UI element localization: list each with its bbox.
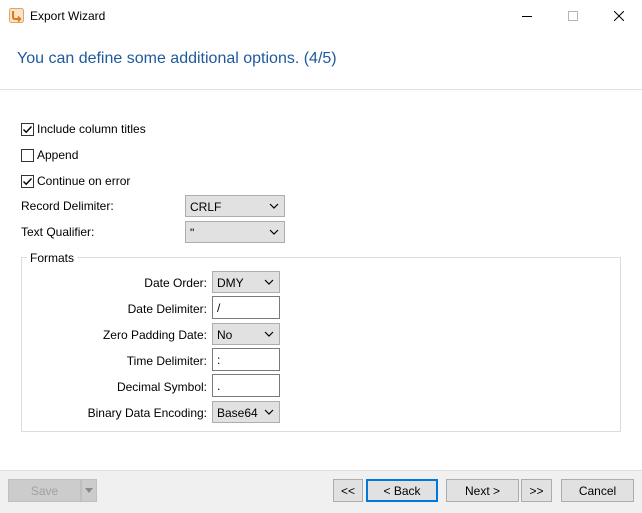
zero-padding-date-label: Zero Padding Date: [102,328,207,342]
last-page-button[interactable]: >> [521,479,552,502]
chevron-down-icon [269,229,279,235]
date-order-label: Date Order: [144,276,207,290]
title-bar: Export Wizard [0,0,642,31]
text-qualifier-value: " [190,226,195,240]
formats-group-title: Formats [27,251,78,265]
date-delimiter-value: / [217,301,221,315]
date-delimiter-input[interactable]: / [212,296,280,319]
continue-on-error-label: Continue on error [37,174,131,188]
checkmark-icon [23,125,33,133]
page-heading: You can define some additional options. … [17,50,337,67]
date-delimiter-label: Date Delimiter: [127,302,207,316]
time-delimiter-input[interactable]: : [212,348,280,371]
text-qualifier-select[interactable]: " [185,221,285,243]
close-button[interactable] [596,0,642,31]
cancel-button[interactable]: Cancel [561,479,634,502]
header-separator [0,89,642,90]
binary-data-encoding-label: Binary Data Encoding: [87,406,207,420]
app-icon [9,8,24,23]
continue-on-error-checkbox[interactable]: Continue on error [21,173,130,189]
binary-data-encoding-value: Base64 [217,406,258,420]
chevron-down-icon [264,279,274,285]
maximize-button[interactable] [550,0,596,31]
back-button[interactable]: < Back [366,479,438,502]
zero-padding-date-value: No [217,328,233,342]
next-button[interactable]: Next > [446,479,519,502]
date-order-select[interactable]: DMY [212,271,280,293]
close-icon [614,10,624,21]
record-delimiter-value: CRLF [190,200,222,214]
record-delimiter-select[interactable]: CRLF [185,195,285,217]
chevron-down-icon [264,331,274,337]
minimize-button[interactable] [504,0,550,31]
chevron-down-icon [85,488,93,493]
record-delimiter-label: Record Delimiter: [21,199,114,213]
decimal-symbol-label: Decimal Symbol: [116,380,207,394]
first-page-button[interactable]: << [333,479,363,502]
time-delimiter-value: : [217,353,221,367]
text-qualifier-label: Text Qualifier: [21,225,95,239]
checkmark-icon [23,177,33,185]
date-order-value: DMY [217,276,244,290]
time-delimiter-label: Time Delimiter: [126,354,207,368]
checkbox-box [21,148,34,162]
binary-data-encoding-select[interactable]: Base64 [212,401,280,423]
checkbox-box [21,122,34,136]
maximize-icon [568,10,578,21]
save-dropdown-button[interactable] [81,479,97,502]
minimize-icon [522,15,532,17]
window-title: Export Wizard [30,9,106,23]
zero-padding-date-select[interactable]: No [212,323,280,345]
chevron-down-icon [269,203,279,209]
checkbox-box [21,174,34,188]
decimal-symbol-value: . [217,379,221,393]
save-button[interactable]: Save [8,479,81,502]
include-column-titles-label: Include column titles [37,122,146,136]
include-column-titles-checkbox[interactable]: Include column titles [21,121,146,137]
chevron-down-icon [264,409,274,415]
append-label: Append [37,148,79,162]
append-checkbox[interactable]: Append [21,147,78,163]
decimal-symbol-input[interactable]: . [212,374,280,397]
